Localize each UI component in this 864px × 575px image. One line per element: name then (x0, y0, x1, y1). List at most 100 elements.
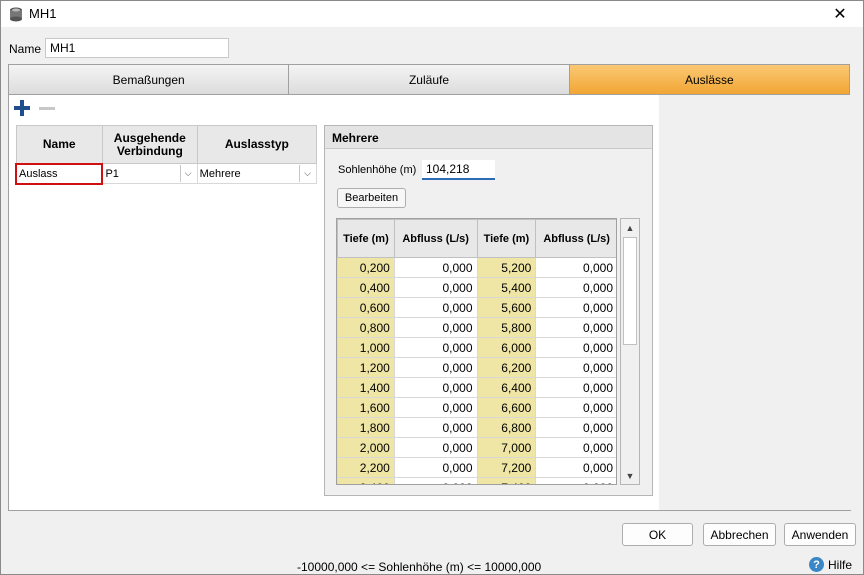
depth-cell[interactable]: 6,600 (476, 397, 537, 418)
flow-cell[interactable]: 0,000 (393, 417, 478, 438)
title-bar: MH1 ✕ (1, 1, 863, 27)
depth-cell[interactable]: 7,200 (476, 457, 537, 478)
connection-value: P1 (105, 167, 119, 180)
depth-cell[interactable]: 7,400 (476, 477, 537, 484)
depth-cell[interactable]: 2,400 (337, 477, 395, 484)
flow-cell[interactable]: 0,000 (535, 257, 616, 278)
flow-cell[interactable]: 0,000 (393, 277, 478, 298)
depth-cell[interactable]: 2,000 (337, 437, 395, 458)
flow-cell[interactable]: 0,000 (393, 377, 478, 398)
flow-cell[interactable]: 0,000 (393, 477, 478, 484)
name-input[interactable] (45, 38, 229, 58)
flow-cell[interactable]: 0,000 (393, 317, 478, 338)
table-row[interactable]: 2,200 0,000 7,200 0,000 (337, 457, 616, 478)
depth-cell[interactable]: 6,400 (476, 377, 537, 398)
flow-cell[interactable]: 0,000 (535, 477, 616, 484)
depth-cell[interactable]: 5,200 (476, 257, 537, 278)
column-header-type[interactable]: Auslasstyp (196, 125, 318, 164)
depth-cell[interactable]: 0,600 (337, 297, 395, 318)
flow-cell[interactable]: 0,000 (535, 277, 616, 298)
outlet-name-cell[interactable]: Auslass (14, 162, 104, 185)
outlet-type-dropdown[interactable]: Mehrere ⌵ (196, 163, 318, 184)
table-row[interactable]: Auslass P1 ⌵ Mehrere ⌵ (14, 162, 318, 185)
table-row[interactable]: 1,000 0,000 6,000 0,000 (337, 337, 616, 358)
table-row[interactable]: 1,800 0,000 6,800 0,000 (337, 417, 616, 438)
flow-cell[interactable]: 0,000 (393, 457, 478, 478)
scrollbar-thumb[interactable] (623, 237, 637, 345)
depth-cell[interactable]: 6,200 (476, 357, 537, 378)
tab-bemassungen[interactable]: Bemaßungen (9, 65, 290, 94)
minus-icon[interactable] (38, 99, 56, 117)
depth-cell[interactable]: 5,600 (476, 297, 537, 318)
flow-cell[interactable]: 0,000 (535, 357, 616, 378)
depth-cell[interactable]: 0,400 (337, 277, 395, 298)
depth-cell[interactable]: 1,400 (337, 377, 395, 398)
depth-cell[interactable]: 1,200 (337, 357, 395, 378)
help-link[interactable]: ? Hilfe (809, 557, 852, 572)
name-label: Name (9, 42, 42, 56)
scroll-up-icon[interactable]: ▲ (621, 219, 639, 236)
tab-auslaesse[interactable]: Auslässe (569, 65, 849, 94)
flow-cell[interactable]: 0,000 (393, 357, 478, 378)
flow-cell[interactable]: 0,000 (535, 317, 616, 338)
chevron-down-icon[interactable]: ⌵ (299, 165, 315, 182)
apply-button[interactable]: Anwenden (784, 523, 856, 546)
depth-cell[interactable]: 5,400 (476, 277, 537, 298)
flow-cell[interactable]: 0,000 (393, 337, 478, 358)
close-icon: ✕ (833, 6, 847, 23)
depth-flow-table: Tiefe (m) Abfluss (L/s) Tiefe (m) Abflus… (337, 219, 616, 484)
tab-bar: Bemaßungen Zuläufe Auslässe (8, 64, 850, 95)
table-row[interactable]: 0,800 0,000 5,800 0,000 (337, 317, 616, 338)
table-row[interactable]: 2,4000,0007,4000,000 (337, 477, 616, 484)
depth-cell[interactable]: 0,800 (337, 317, 395, 338)
scroll-down-icon[interactable]: ▼ (621, 467, 639, 484)
flow-cell[interactable]: 0,000 (535, 437, 616, 458)
depth-cell[interactable]: 2,200 (337, 457, 395, 478)
depth-cell[interactable]: 0,200 (337, 257, 395, 278)
table-row[interactable]: 1,600 0,000 6,600 0,000 (337, 397, 616, 418)
outlet-table: Name Ausgehende Verbindung Auslasstyp Au… (14, 125, 318, 185)
connection-dropdown[interactable]: P1 ⌵ (101, 163, 198, 184)
flow-cell[interactable]: 0,000 (393, 437, 478, 458)
column-header-name[interactable]: Name (15, 125, 103, 164)
close-button[interactable]: ✕ (817, 1, 863, 27)
window-title: MH1 (29, 6, 57, 21)
table-row[interactable]: 2,000 0,000 7,000 0,000 (337, 437, 616, 458)
grid-header-row: Tiefe (m) Abfluss (L/s) Tiefe (m) Abflus… (337, 219, 616, 258)
flow-cell[interactable]: 0,000 (535, 337, 616, 358)
flow-cell[interactable]: 0,000 (535, 297, 616, 318)
tab-zulaeufe[interactable]: Zuläufe (289, 65, 570, 94)
depth-cell[interactable]: 7,000 (476, 437, 537, 458)
depth-cell[interactable]: 6,000 (476, 337, 537, 358)
chevron-down-icon[interactable]: ⌵ (179, 165, 196, 182)
grid-scrollbar[interactable]: ▲ ▼ (620, 218, 640, 485)
plus-icon[interactable] (13, 99, 31, 117)
table-row[interactable]: 0,600 0,000 5,600 0,000 (337, 297, 616, 318)
column-header-depth: Tiefe (m) (337, 219, 395, 258)
table-row[interactable]: 0,200 0,000 5,200 0,000 (337, 257, 616, 278)
help-label: Hilfe (828, 557, 853, 572)
flow-cell[interactable]: 0,000 (535, 457, 616, 478)
depth-cell[interactable]: 5,800 (476, 317, 537, 338)
invert-level-input[interactable] (422, 160, 495, 180)
table-row[interactable]: 1,400 0,000 6,400 0,000 (337, 377, 616, 398)
depth-cell[interactable]: 1,800 (337, 417, 395, 438)
flow-cell[interactable]: 0,000 (535, 377, 616, 398)
flow-cell[interactable]: 0,000 (393, 297, 478, 318)
column-header-connection[interactable]: Ausgehende Verbindung (101, 125, 198, 164)
flow-cell[interactable]: 0,000 (535, 417, 616, 438)
depth-cell[interactable]: 6,800 (476, 417, 537, 438)
flow-cell[interactable]: 0,000 (393, 397, 478, 418)
table-row[interactable]: 1,200 0,000 6,200 0,000 (337, 357, 616, 378)
table-row[interactable]: 0,400 0,000 5,400 0,000 (337, 277, 616, 298)
depth-flow-grid: Tiefe (m) Abfluss (L/s) Tiefe (m) Abflus… (336, 218, 617, 485)
column-header-flow: Abfluss (L/s) (393, 219, 478, 258)
edit-button[interactable]: Bearbeiten (337, 188, 406, 208)
flow-cell[interactable]: 0,000 (393, 257, 478, 278)
cancel-button[interactable]: Abbrechen (703, 523, 776, 546)
depth-cell[interactable]: 1,600 (337, 397, 395, 418)
manhole-icon (10, 7, 22, 22)
flow-cell[interactable]: 0,000 (535, 397, 616, 418)
depth-cell[interactable]: 1,000 (337, 337, 395, 358)
ok-button[interactable]: OK (622, 523, 693, 546)
